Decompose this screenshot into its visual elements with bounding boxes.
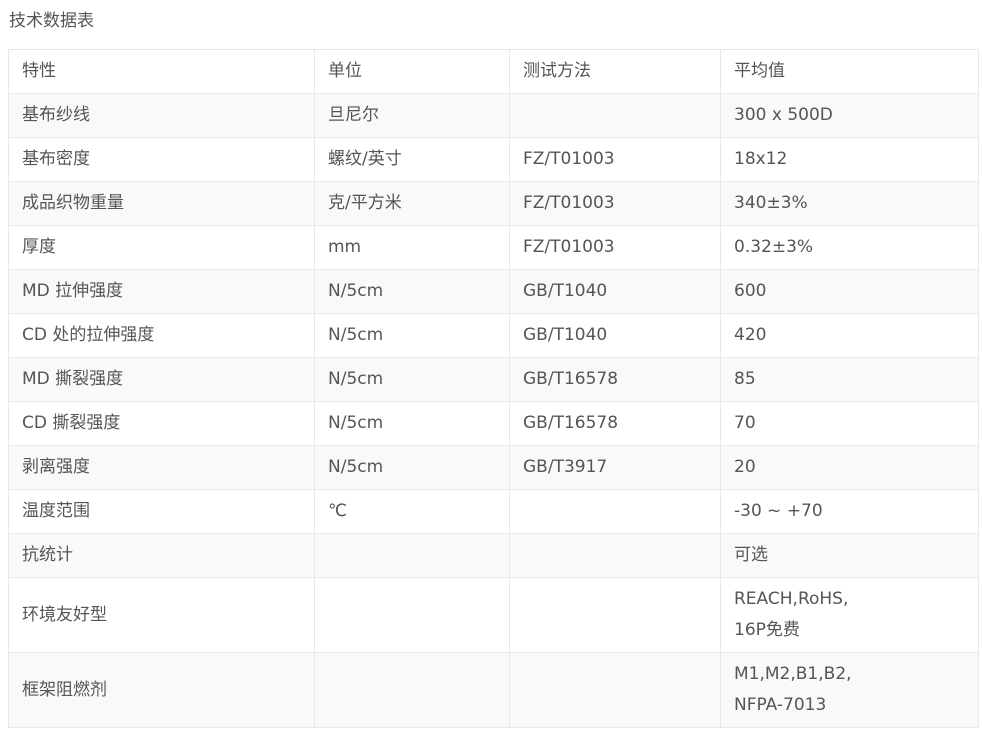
cell-value: 70 [720,401,979,446]
cell-property: 环境友好型 [8,577,315,653]
cell-unit [314,577,510,653]
cell-method: FZ/T01003 [509,225,721,270]
cell-value: 300 x 500D [720,93,979,138]
cell-value-line: 16P免费 [734,620,800,640]
cell-method: GB/T1040 [509,269,721,314]
cell-method: FZ/T01003 [509,181,721,226]
cell-unit: 旦尼尔 [314,93,510,138]
cell-property: CD 撕裂强度 [8,401,315,446]
cell-unit: N/5cm [314,445,510,490]
cell-property: CD 处的拉伸强度 [8,313,315,358]
cell-method [509,652,721,728]
cell-unit: 螺纹/英寸 [314,137,510,182]
cell-value-line: M1,M2,B1,B2, [734,664,852,684]
cell-property: 剥离强度 [8,445,315,490]
cell-unit: N/5cm [314,401,510,446]
cell-property: 框架阻燃剂 [8,652,315,728]
header-cell-value: 平均值 [720,49,979,94]
table-row: 基布纱线 旦尼尔 300 x 500D [8,93,979,138]
table-header-row: 特性 单位 测试方法 平均值 [8,49,979,94]
cell-property: 抗统计 [8,533,315,578]
cell-value: 420 [720,313,979,358]
cell-property: 温度范围 [8,489,315,534]
cell-value: 85 [720,357,979,402]
cell-property: MD 撕裂强度 [8,357,315,402]
cell-unit: N/5cm [314,313,510,358]
cell-property: 基布密度 [8,137,315,182]
table-row: 厚度 mm FZ/T01003 0.32±3% [8,225,979,270]
cell-property: MD 拉伸强度 [8,269,315,314]
cell-unit: N/5cm [314,357,510,402]
cell-unit: N/5cm [314,269,510,314]
table-row: CD 撕裂强度 N/5cm GB/T16578 70 [8,401,979,446]
cell-method: GB/T16578 [509,401,721,446]
cell-value: REACH,RoHS, 16P免费 [720,577,979,653]
cell-value: 可选 [720,533,979,578]
cell-method: FZ/T01003 [509,137,721,182]
technical-data-table: 特性 单位 测试方法 平均值 基布纱线 旦尼尔 300 x 500D 基布密度 … [8,49,979,728]
table-row: CD 处的拉伸强度 N/5cm GB/T1040 420 [8,313,979,358]
cell-unit [314,652,510,728]
cell-property: 厚度 [8,225,315,270]
table-row: 框架阻燃剂 M1,M2,B1,B2, NFPA-7013 [8,652,979,728]
cell-unit: mm [314,225,510,270]
cell-method [509,533,721,578]
page-title: 技术数据表 [9,11,94,31]
cell-value: 340±3% [720,181,979,226]
cell-property: 基布纱线 [8,93,315,138]
table-row: MD 撕裂强度 N/5cm GB/T16578 85 [8,357,979,402]
cell-value: M1,M2,B1,B2, NFPA-7013 [720,652,979,728]
cell-method [509,577,721,653]
table-row: 温度范围 ℃ -30 ~ +70 [8,489,979,534]
cell-value: 18x12 [720,137,979,182]
cell-value: -30 ~ +70 [720,489,979,534]
page: 技术数据表 特性 单位 测试方法 平均值 基布纱线 旦尼尔 300 x 500D… [0,0,982,730]
header-cell-property: 特性 [8,49,315,94]
table-row: MD 拉伸强度 N/5cm GB/T1040 600 [8,269,979,314]
header-cell-method: 测试方法 [509,49,721,94]
cell-method: GB/T16578 [509,357,721,402]
cell-method: GB/T1040 [509,313,721,358]
cell-method [509,489,721,534]
cell-value-line: NFPA-7013 [734,695,827,715]
cell-method: GB/T3917 [509,445,721,490]
table-row: 剥离强度 N/5cm GB/T3917 20 [8,445,979,490]
table-row: 成品织物重量 克/平方米 FZ/T01003 340±3% [8,181,979,226]
table-row: 基布密度 螺纹/英寸 FZ/T01003 18x12 [8,137,979,182]
cell-unit: 克/平方米 [314,181,510,226]
cell-property: 成品织物重量 [8,181,315,226]
cell-unit: ℃ [314,489,510,534]
header-cell-unit: 单位 [314,49,510,94]
table-row: 抗统计 可选 [8,533,979,578]
cell-value: 600 [720,269,979,314]
cell-value: 0.32±3% [720,225,979,270]
cell-value-line: REACH,RoHS, [734,589,849,609]
table-row: 环境友好型 REACH,RoHS, 16P免费 [8,577,979,653]
cell-method [509,93,721,138]
cell-value: 20 [720,445,979,490]
cell-unit [314,533,510,578]
